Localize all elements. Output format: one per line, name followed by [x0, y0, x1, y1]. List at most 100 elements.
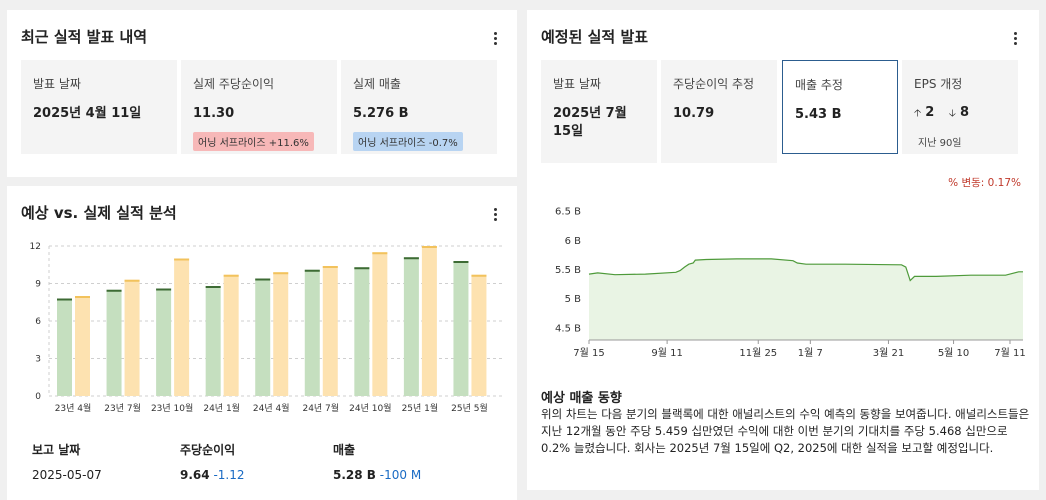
- actual-bar: [304, 269, 320, 396]
- y-tick-label: 6.5 B: [555, 207, 581, 218]
- actual-bar: [57, 298, 72, 396]
- cell-label: 매출 추정: [795, 78, 843, 92]
- revenue-change: -100 M: [379, 468, 422, 482]
- report-date-cell: 발표 날짜 2025년 4월 11일: [21, 60, 177, 154]
- cell-label: 실제 주당순이익: [193, 77, 275, 91]
- revenue-estimate-cell[interactable]: 매출 추정 5.43 B: [782, 60, 898, 154]
- next-report-date-cell: 발표 날짜 2025년 7월 15일: [541, 60, 657, 163]
- actual-bar: [156, 288, 172, 396]
- cell-label: 실제 매출: [353, 77, 401, 91]
- analysis-card: 예상 vs. 실제 실적 분석 0 3 6 9 12 23년 4월 23년 7월 23년 10…: [7, 186, 517, 500]
- actual-eps-cell: 실제 주당순이익 11.30 어닝 서프라이즈 +11.6%: [181, 60, 337, 154]
- actual-bar-cap: [453, 261, 469, 263]
- y-tick-label: 5 B: [565, 294, 582, 305]
- table-header-revenue: 매출: [333, 443, 356, 457]
- estimate-bar: [471, 274, 487, 396]
- surprise-badge: 어닝 서프라이즈 +11.6%: [193, 132, 314, 151]
- estimate-bar-cap: [223, 274, 239, 277]
- y-tick-label: 3: [35, 355, 41, 365]
- cell-label: 발표 날짜: [553, 77, 601, 91]
- x-tick-label: 5월 10: [938, 347, 969, 359]
- estimate-bar: [421, 246, 437, 396]
- actual-bar: [403, 257, 419, 396]
- estimate-bar: [372, 252, 388, 396]
- eps-revision-values: 🡡 2 🡣 8: [914, 105, 969, 123]
- y-tick-label: 6: [35, 317, 41, 327]
- cell-value: 10.79: [673, 106, 715, 121]
- trend-title: 예상 매출 동향: [541, 391, 622, 406]
- actual-bar: [255, 278, 271, 396]
- actual-bar-cap: [255, 278, 271, 281]
- more-options-icon[interactable]: [489, 30, 501, 46]
- row-revenue: 5.28 B -100 M: [333, 468, 421, 482]
- estimate-bar: [75, 296, 90, 396]
- earnings-table: 보고 날짜 주당순이익 매출 2025-05-07 9.64 -1.12 5.2…: [7, 436, 517, 500]
- y-tick-label: 0: [35, 392, 41, 402]
- y-tick-label: 12: [30, 242, 41, 252]
- y-tick-label: 6 B: [565, 236, 582, 247]
- estimate-bar-cap: [372, 252, 388, 255]
- recent-earnings-card: 최근 실적 발표 내역 발표 날짜 2025년 4월 11일 실제 주당순이익 …: [7, 10, 517, 177]
- actual-bar-cap: [57, 298, 72, 301]
- actual-bar-cap: [304, 269, 320, 272]
- cell-label: EPS 개정: [914, 77, 963, 91]
- x-tick-label: 7월 11: [994, 347, 1025, 359]
- estimate-bar-cap: [273, 272, 289, 275]
- row-eps: 9.64 -1.12: [180, 468, 245, 482]
- estimate-bar-cap: [124, 279, 140, 282]
- value-line: 2025년 7월: [553, 106, 627, 121]
- actual-bar: [205, 286, 221, 396]
- more-options-icon[interactable]: [1009, 30, 1021, 46]
- x-tick-label: 24년 10월: [349, 402, 391, 414]
- eps-revision-cell: EPS 개정 🡡 2 🡣 8 지난 90일: [902, 60, 1018, 154]
- actual-bar: [354, 267, 370, 396]
- estimate-bar: [223, 274, 239, 396]
- cell-label: 주당순이익 추정: [673, 77, 755, 91]
- estimate-bar-cap: [75, 296, 90, 298]
- revision-period: 지난 90일: [918, 138, 962, 149]
- actual-bar-cap: [205, 286, 221, 288]
- surprise-badge: 어닝 서프라이즈 -0.7%: [353, 132, 463, 151]
- value-line: 15일: [553, 124, 584, 139]
- actual-revenue-cell: 실제 매출 5.276 B 어닝 서프라이즈 -0.7%: [341, 60, 497, 154]
- x-tick-label: 24년 1월: [203, 402, 240, 414]
- revenue-value: 5.28 B: [333, 468, 376, 482]
- x-tick-label: 25년 1월: [402, 402, 439, 414]
- more-options-icon[interactable]: [489, 206, 501, 222]
- actual-bar-cap: [403, 257, 419, 260]
- actual-bar: [106, 289, 122, 396]
- revenue-estimate-chart: 4.5 B 5 B 5.5 B 6 B 6.5 B 7월 15 9월 11 11월 25 1월 …: [555, 207, 1026, 359]
- table-header-eps: 주당순이익: [180, 443, 236, 457]
- card-title: 예정된 실적 발표: [541, 28, 649, 46]
- actual-bar-cap: [106, 289, 122, 292]
- revision-down-count: 8: [959, 105, 969, 120]
- x-tick-label: 9월 11: [651, 347, 682, 359]
- estimate-bar: [174, 258, 190, 396]
- card-title: 예상 vs. 실제 실적 분석: [21, 204, 177, 222]
- x-tick-label: 25년 5월: [451, 402, 488, 414]
- estimate-bar-cap: [322, 266, 338, 268]
- x-tick-label: 24년 4월: [253, 402, 290, 414]
- cell-label: 발표 날짜: [33, 77, 81, 91]
- x-tick-label: 23년 10월: [151, 402, 193, 414]
- eps-change: -1.12: [213, 468, 245, 482]
- arrow-up-icon: 🡡: [914, 108, 922, 119]
- table-header-date: 보고 날짜: [32, 443, 81, 457]
- x-tick-label: 7월 15: [573, 347, 604, 359]
- revision-up-count: 2: [925, 105, 935, 120]
- arrow-down-icon: 🡣: [948, 108, 956, 119]
- cell-value: 11.30: [193, 106, 235, 121]
- area-fill: [589, 258, 1023, 340]
- estimate-bar-cap: [421, 246, 437, 248]
- row-date: 2025-05-07: [32, 468, 102, 482]
- x-tick-label: 1월 7: [798, 347, 823, 359]
- actual-bar-cap: [156, 288, 172, 291]
- cell-value: 2025년 7월 15일: [553, 105, 627, 141]
- cell-value: 2025년 4월 11일: [33, 106, 142, 121]
- x-tick-label: 11월 25: [739, 347, 777, 359]
- estimate-bar: [124, 279, 140, 396]
- card-title: 최근 실적 발표 내역: [21, 28, 148, 46]
- x-tick-label: 23년 4월: [55, 402, 92, 414]
- estimate-bar: [322, 266, 338, 396]
- eps-estimate-cell: 주당순이익 추정 10.79: [661, 60, 777, 163]
